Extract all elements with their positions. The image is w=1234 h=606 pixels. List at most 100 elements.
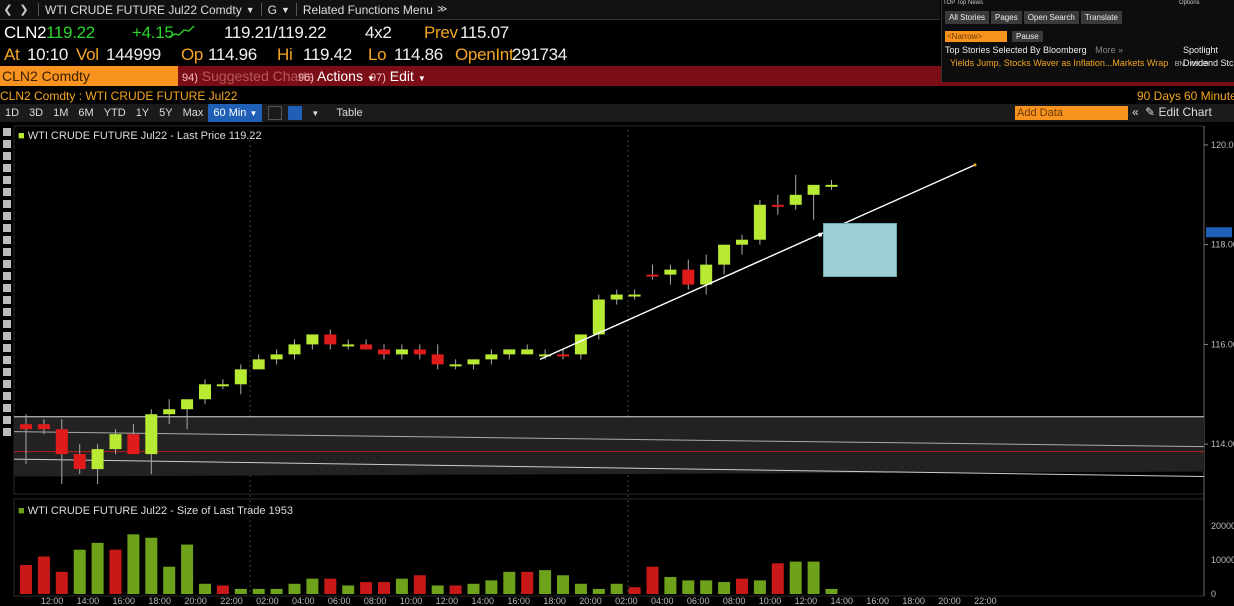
candle-body — [610, 294, 623, 300]
volume-bar — [378, 582, 390, 594]
headline-text: Yields Jump, Stocks Waver as Inflation..… — [950, 58, 1169, 68]
time-axis-label: 10:00 — [400, 596, 423, 606]
chevron-down-icon[interactable]: ▼ — [311, 109, 319, 118]
volume-bar — [288, 583, 301, 594]
time-axis-label: 04:00 — [292, 596, 315, 606]
volume-bar — [413, 575, 426, 594]
volume-bar — [682, 580, 695, 594]
period-1d[interactable]: 1D — [0, 104, 24, 122]
price-chart[interactable]: 120.00 118.00 116.00 114.00 20000 10000 0 12:00… — [0, 124, 1234, 606]
period-max[interactable]: Max — [178, 104, 209, 122]
range-days[interactable]: 90 Days — [1137, 89, 1181, 103]
hi-label: Hi — [277, 45, 293, 64]
vol-value: 144999 — [106, 45, 161, 64]
chevron-down-icon: ▼ — [249, 109, 258, 118]
pause-button[interactable]: Pause — [1012, 31, 1043, 42]
prev-label: Prev — [424, 23, 458, 42]
forward-arrow-icon[interactable]: ❯ — [16, 3, 32, 16]
candle-body — [360, 344, 373, 350]
volume-bar — [628, 587, 641, 594]
candle-body — [163, 409, 176, 415]
volume-bar — [807, 561, 820, 594]
suggested-charts-button[interactable]: 94) Suggested Charts — [182, 66, 314, 86]
period-3d[interactable]: 3D — [24, 104, 48, 122]
candle-chart-icon[interactable] — [288, 106, 303, 120]
line-chart-icon[interactable] — [268, 106, 283, 120]
back-arrow-icon[interactable]: ❮ — [0, 3, 16, 16]
time-axis-label: 14:00 — [831, 596, 854, 606]
volume-bar — [37, 556, 50, 594]
chevron-down-icon[interactable]: ▼ — [246, 5, 255, 15]
g-menu[interactable]: G — [268, 3, 277, 17]
spotlight-link[interactable]: Spotlight — [1183, 45, 1218, 55]
time-axis-label: 12:00 — [41, 596, 64, 606]
volume-bar — [753, 580, 766, 594]
volume-bar — [234, 588, 247, 594]
at-label: At — [4, 45, 20, 64]
interval-label: 60 Min — [213, 107, 247, 119]
period-5y[interactable]: 5Y — [154, 104, 177, 122]
bid-ask-size: 4x2 — [365, 23, 392, 42]
double-chevron-icon[interactable]: ≫ — [437, 4, 447, 15]
last-price: 119.22 — [46, 23, 95, 42]
table-button[interactable]: Table — [331, 104, 367, 122]
security-title[interactable]: WTI CRUDE FUTURE Jul22 Comdty — [45, 3, 242, 17]
news-title: TOP Top News — [943, 0, 984, 6]
candle-body — [825, 184, 838, 187]
time-axis-label: 08:00 — [364, 596, 387, 606]
edit-chart-button[interactable]: « ✎ Edit Chart — [1132, 105, 1212, 119]
period-6m[interactable]: 6M — [73, 104, 98, 122]
time-axis-label: 20:00 — [579, 596, 602, 606]
news-options[interactable]: Options — [1179, 0, 1200, 6]
period-ytd[interactable]: YTD — [99, 104, 131, 122]
security-field[interactable]: CLN2 Comdty — [0, 66, 178, 86]
openint-label: OpenInt — [455, 45, 514, 64]
chevron-down-icon[interactable]: ▼ — [281, 5, 290, 15]
op-value: 114.96 — [208, 45, 257, 64]
tab-open-search[interactable]: Open Search — [1023, 11, 1079, 24]
actions-button[interactable]: 96) Actions ▼ — [298, 66, 375, 86]
candle-body — [342, 344, 355, 347]
volume-bar — [574, 583, 587, 594]
add-data-input[interactable]: Add Data — [1015, 106, 1128, 120]
volume-bar — [700, 580, 713, 594]
range-interval[interactable]: 60 Minutes — [1184, 89, 1234, 103]
tab-translate[interactable]: Translate — [1080, 11, 1122, 24]
candle-body — [592, 299, 605, 335]
period-1y[interactable]: 1Y — [131, 104, 154, 122]
narrow-search-input[interactable]: <Narrow> — [945, 31, 1007, 42]
candle-body — [324, 334, 337, 345]
volume-bar — [503, 571, 516, 594]
chart-subtitle: CLN2 Comdty : WTI CRUDE FUTURE Jul22 — [0, 89, 238, 103]
dividend-link[interactable]: Dividend Stc — [1183, 58, 1234, 68]
volume-bar — [73, 549, 86, 594]
candle-body — [753, 204, 766, 240]
quote-line-2: At 10:10 Vol 144999 Op 114.96 Hi 119.42 … — [0, 44, 940, 66]
time-axis-label: 16:00 — [866, 596, 889, 606]
period-1m[interactable]: 1M — [48, 104, 73, 122]
edit-button[interactable]: 97) Edit ▼ — [370, 66, 426, 86]
legend-swatch: ■ — [18, 505, 25, 517]
bid-ask: 119.21/119.22 — [224, 23, 327, 42]
more-link[interactable]: More » — [1095, 45, 1123, 55]
time-axis-label: 06:00 — [687, 596, 710, 606]
candle-body — [413, 349, 426, 355]
suggested-num: 94) — [182, 72, 198, 84]
news-headline[interactable]: Yields Jump, Stocks Waver as Inflation..… — [950, 58, 1209, 68]
volume-bar — [395, 578, 408, 594]
candle-body — [216, 384, 229, 387]
time-axis-label: 20:00 — [938, 596, 961, 606]
tab-all-stories[interactable]: All Stories — [945, 11, 990, 24]
last-price-marker — [1206, 227, 1232, 238]
related-functions-menu[interactable]: Related Functions Menu — [303, 3, 433, 17]
volume-bar — [467, 583, 480, 594]
interval-select[interactable]: 60 Min ▼ — [208, 104, 263, 122]
time-axis-label: 22:00 — [974, 596, 997, 606]
edit-num: 97) — [370, 72, 386, 84]
candle-body — [646, 274, 659, 277]
tab-pages[interactable]: Pages — [991, 11, 1022, 24]
candle-body — [574, 334, 587, 355]
volume-bar — [342, 585, 355, 594]
candle-body — [55, 429, 68, 455]
time-axis-label: 18:00 — [148, 596, 171, 606]
